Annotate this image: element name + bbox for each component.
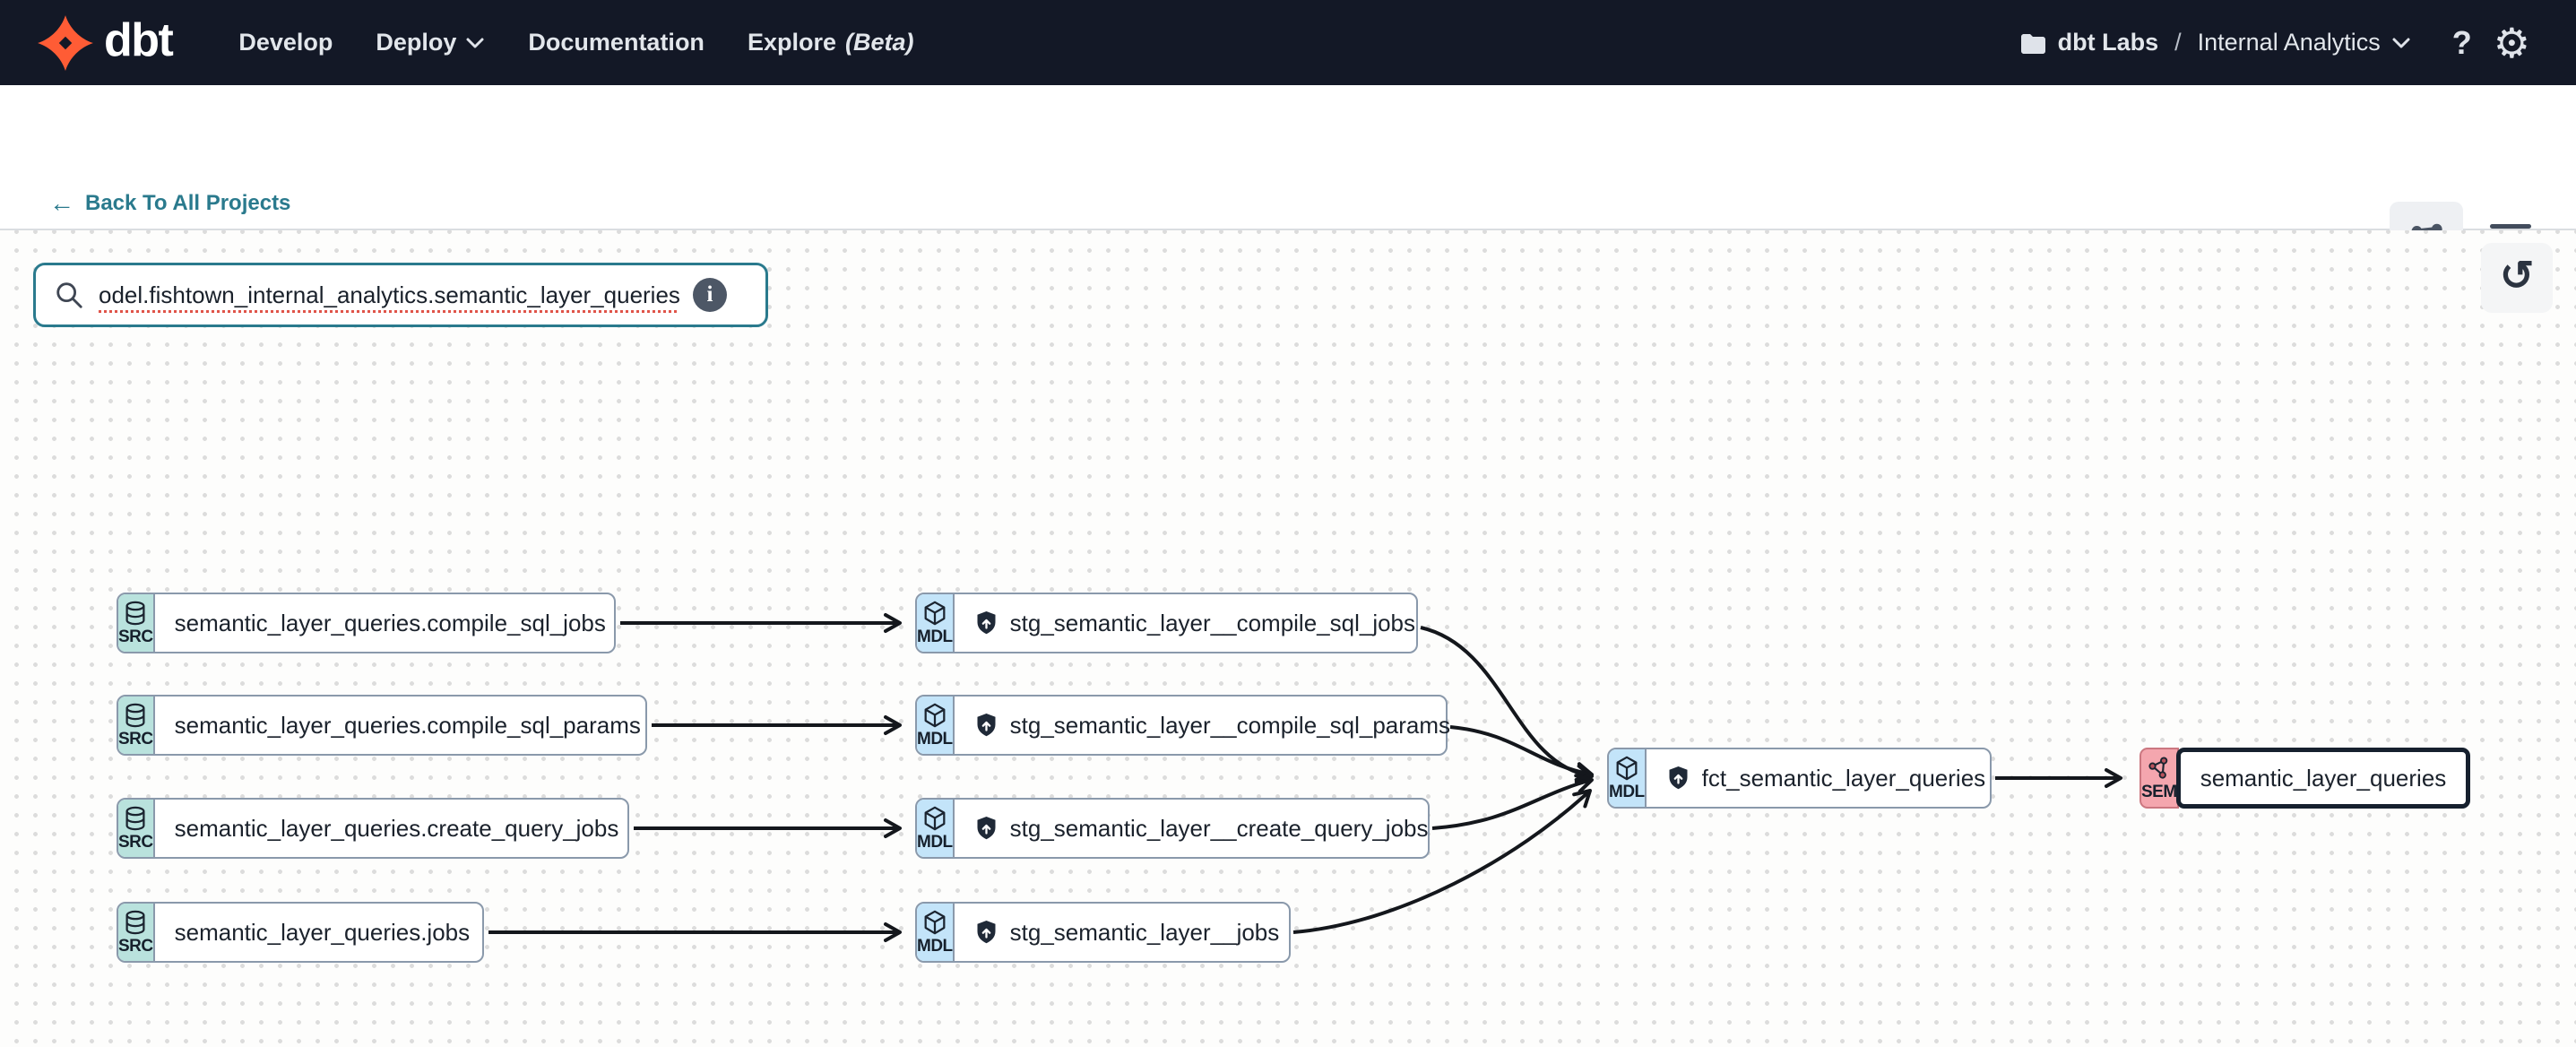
graph-node-stg-create-query-jobs[interactable]: MDL stg_semantic_layer__create_query_jobs [915,798,1430,859]
project-switcher[interactable]: Internal Analytics [2198,29,2411,56]
lineage-canvas[interactable]: odel.fishtown_internal_analytics.semanti… [0,230,2576,1047]
graph-node-semantic-layer-queries[interactable]: SEM semantic_layer_queries [2139,748,2465,809]
account-breadcrumb: dbt Labs / Internal Analytics [2018,29,2411,57]
topnav-right: dbt Labs / Internal Analytics ? ⚙ [2018,22,2530,64]
node-type-label: SRC [118,730,153,749]
node-body: stg_semantic_layer__jobs [955,904,1300,961]
reset-icon: ↺ [2500,255,2535,296]
node-label: semantic_layer_queries.compile_sql_jobs [175,610,606,637]
gear-icon[interactable]: ⚙ [2494,22,2530,64]
model-cube-icon [1613,755,1640,782]
node-type-badge: SRC [118,800,155,857]
node-type-badge: MDL [917,904,955,961]
node-type-label: SRC [118,627,153,647]
node-body: semantic_layer_queries.compile_sql_param… [155,697,661,754]
lineage-search-input[interactable]: odel.fishtown_internal_analytics.semanti… [33,263,768,327]
top-nav: dbt Develop Deploy Documentation Explore… [0,0,2576,85]
node-type-label: MDL [917,730,953,749]
search-icon [54,280,84,310]
nav-develop[interactable]: Develop [238,29,333,56]
contract-shield-icon [974,920,998,945]
graph-node-stg-compile-sql-params[interactable]: MDL stg_semantic_layer__compile_sql_param… [915,695,1448,756]
node-label: semantic_layer_queries.compile_sql_param… [175,712,641,740]
model-cube-icon [921,909,948,936]
node-label: semantic_layer_queries.create_query_jobs [175,815,619,843]
model-cube-icon [921,702,948,729]
node-type-label: MDL [1609,783,1645,802]
node-label: stg_semantic_layer__compile_sql_params [1010,712,1450,740]
node-type-badge: SRC [118,594,155,652]
node-type-label: SRC [118,937,153,956]
node-label: stg_semantic_layer__jobs [1010,919,1280,947]
node-type-badge: SRC [118,697,155,754]
contract-shield-icon [974,610,998,636]
node-type-badge: MDL [917,594,955,652]
node-type-badge: MDL [1609,749,1647,807]
node-body: stg_semantic_layer__compile_sql_jobs [955,594,1435,652]
node-type-badge: SRC [118,904,155,961]
dbt-explore-page: dbt Develop Deploy Documentation Explore… [0,0,2576,1047]
primary-nav: Develop Deploy Documentation Explore (Be… [238,29,913,56]
node-type-label: MDL [917,833,953,852]
node-type-label: SRC [118,833,153,852]
chevron-down-icon [2391,37,2411,49]
graph-node-src-jobs[interactable]: SRC semantic_layer_queries.jobs [117,902,484,963]
node-body: stg_semantic_layer__compile_sql_params [955,697,1470,754]
dbt-logo-word: dbt [104,17,172,69]
contract-shield-icon [974,713,998,738]
back-to-projects-link[interactable]: ← Back To All Projects [49,191,290,216]
search-value: odel.fishtown_internal_analytics.semanti… [99,281,680,309]
graph-node-src-compile-sql-jobs[interactable]: SRC semantic_layer_queries.compile_sql_jo… [117,593,616,653]
nav-deploy[interactable]: Deploy [376,29,485,56]
org-switcher[interactable]: dbt Labs [2018,29,2159,57]
dbt-logo-icon [36,13,95,73]
node-body: fct_semantic_layer_queries [1647,749,2006,807]
node-body: semantic_layer_queries.create_query_jobs [155,800,639,857]
folder-icon [2018,29,2047,57]
graph-node-src-compile-sql-params[interactable]: SRC semantic_layer_queries.compile_sql_pa… [117,695,647,756]
node-body: semantic_layer_queries [2176,748,2471,809]
database-icon [122,702,149,729]
database-icon [122,600,149,627]
nav-explore[interactable]: Explore (Beta) [748,29,914,56]
node-body: semantic_layer_queries.compile_sql_jobs [155,594,626,652]
edge-stg-create-query-jobs-to-fct-semantic-layer-queries [1432,780,1592,828]
node-type-badge: SEM [2139,748,2179,809]
edge-stg-compile-sql-params-to-fct-semantic-layer-queries [1450,727,1592,774]
node-type-label: SEM [2141,783,2177,802]
node-label: semantic_layer_queries [2200,765,2447,792]
back-arrow-icon: ← [49,191,74,216]
graph-node-stg-compile-sql-jobs[interactable]: MDL stg_semantic_layer__compile_sql_jobs [915,593,1418,653]
nav-documentation[interactable]: Documentation [528,29,705,56]
chevron-down-icon [465,37,485,49]
hamburger-bar [2490,224,2531,229]
contract-shield-icon [1666,766,1690,791]
graph-node-fct-semantic-layer-queries[interactable]: MDL fct_semantic_layer_queries [1607,748,1992,809]
dbt-logo[interactable]: dbt [36,13,172,73]
node-body: semantic_layer_queries.jobs [155,904,490,961]
graph-node-src-create-query-jobs[interactable]: SRC semantic_layer_queries.create_query_j… [117,798,629,859]
model-cube-icon [921,805,948,832]
info-icon[interactable]: i [693,278,727,312]
nav-explore-beta-tag: (Beta) [845,29,914,56]
model-cube-icon [921,600,948,627]
project-header: ← Back To All Projects Internal Analytic… [0,85,2576,230]
node-label: stg_semantic_layer__create_query_jobs [1010,815,1429,843]
node-type-label: MDL [917,627,953,647]
node-type-badge: MDL [917,697,955,754]
node-body: stg_semantic_layer__create_query_jobs [955,800,1448,857]
database-icon [122,805,149,832]
node-type-label: MDL [917,937,953,956]
semantic-model-icon [2146,755,2173,782]
node-label: semantic_layer_queries.jobs [175,919,471,947]
database-icon [122,909,149,936]
breadcrumb-separator: / [2173,29,2183,56]
help-icon[interactable]: ? [2452,24,2472,62]
node-type-badge: MDL [917,800,955,857]
contract-shield-icon [974,816,998,841]
reset-view-button[interactable]: ↺ [2481,243,2553,313]
graph-node-stg-jobs[interactable]: MDL stg_semantic_layer__jobs [915,902,1291,963]
node-label: fct_semantic_layer_queries [1702,765,1986,792]
node-label: stg_semantic_layer__compile_sql_jobs [1010,610,1415,637]
